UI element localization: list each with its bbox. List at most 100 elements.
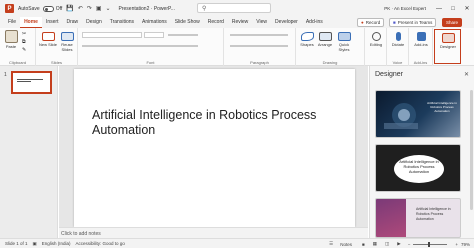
slide-thumbnail[interactable] [11, 71, 52, 94]
design-idea-3-text: Artificial Intelligence in Robotics Proc… [416, 207, 451, 221]
copy-icon[interactable]: ⧉ [22, 39, 26, 45]
editing-button[interactable]: Editing [367, 32, 385, 47]
tab-view[interactable]: View [252, 17, 271, 28]
start-from-beginning-icon[interactable]: ▣ [96, 5, 102, 12]
customize-toolbar-icon[interactable]: ⌄ [105, 5, 110, 12]
reuse-slides-label: Reuse Slides [61, 42, 73, 52]
user-name[interactable]: PK · An Excel Expert [384, 6, 426, 11]
tab-file[interactable]: File [0, 17, 20, 28]
drawing-group-label: Drawing [322, 60, 338, 65]
zoom-in-icon[interactable]: + [455, 242, 458, 247]
tab-developer[interactable]: Developer [271, 17, 302, 28]
autosave-label: AutoSave [18, 5, 40, 12]
present-in-teams-button[interactable]: ■ Present in Teams [389, 18, 437, 27]
normal-view-icon[interactable]: ■ [362, 242, 365, 247]
font-group: Font [78, 28, 224, 66]
clipboard-group: Paste ✂ ⧉ ✎ Clipboard [0, 28, 36, 66]
designer-scrollbar[interactable] [470, 90, 473, 210]
editing-label: Editing [369, 42, 383, 47]
accessibility-status[interactable]: Accessibility: Good to go [76, 241, 125, 246]
present-label: Present in Teams [397, 20, 433, 25]
design-idea-3[interactable]: Artificial Intelligence in Robotics Proc… [375, 198, 461, 238]
designer-button[interactable]: Designer [438, 33, 458, 49]
design-idea-2[interactable]: Artificial Intelligence in Robotics Proc… [375, 144, 461, 192]
zoom-level[interactable]: 79% [461, 242, 470, 247]
slide-title[interactable]: Artificial Intelligence in Robotics Proc… [92, 108, 342, 138]
quick-styles-button[interactable]: Quick Styles [335, 32, 353, 52]
document-title: Presentation2 · PowerP... [118, 5, 175, 12]
addins-group: Add-ins Add-ins [409, 28, 433, 66]
redo-icon[interactable]: ↷ [87, 5, 92, 12]
slide-sorter-icon[interactable]: ▦ [373, 241, 377, 247]
language[interactable]: English (India) [42, 241, 71, 246]
robot-illustration [384, 103, 418, 129]
maximize-icon[interactable]: □ [446, 6, 460, 12]
editing-group: Editing [365, 28, 387, 66]
spellcheck-icon[interactable]: ▣ [33, 241, 37, 247]
tab-add-ins[interactable]: Add-ins [302, 17, 327, 28]
record-button[interactable]: ● Record [357, 18, 385, 27]
zoom-out-icon[interactable]: − [408, 242, 411, 247]
new-slide-label: New Slide [39, 42, 58, 47]
quick-styles-label: Quick Styles [338, 42, 350, 52]
zoom-slider[interactable] [413, 241, 448, 247]
arrange-button[interactable]: Arrange [316, 32, 334, 47]
shapes-icon [300, 32, 314, 41]
thumbnail-title-line [17, 79, 43, 80]
tab-animations[interactable]: Animations [138, 17, 171, 28]
clipboard-group-label: Clipboard [8, 60, 27, 65]
paragraph-group-label: Paragraph [250, 60, 269, 65]
notes-pane[interactable]: Click to add notes [59, 227, 368, 238]
quick-styles-icon [337, 32, 351, 41]
arrange-label: Arrange [317, 42, 333, 47]
list-buttons[interactable] [230, 34, 288, 36]
designer-pane: Designer ✕ Artificial Intelligence in Ro… [369, 66, 474, 238]
paste-button[interactable]: Paste [2, 30, 20, 49]
minimize-icon[interactable]: — [432, 6, 446, 12]
format-painter-icon[interactable]: ✎ [22, 47, 26, 53]
close-icon[interactable]: ✕ [464, 71, 469, 78]
new-slide-icon [41, 32, 55, 41]
share-button[interactable]: Share [442, 18, 463, 27]
close-icon[interactable]: ✕ [460, 5, 474, 12]
slide-number: 1 [4, 72, 7, 78]
design-idea-3-image [376, 199, 406, 237]
shapes-label: Shapes [300, 42, 314, 47]
tab-insert[interactable]: Insert [42, 17, 63, 28]
microphone-icon [395, 32, 401, 41]
design-idea-1[interactable]: Artificial Intelligence in Robotics Proc… [375, 90, 461, 138]
tab-record[interactable]: Record [204, 17, 228, 28]
font-name-dropdown[interactable] [82, 32, 142, 38]
designer-label: Designer [439, 44, 456, 49]
alignment-buttons[interactable] [230, 45, 288, 47]
slides-group-label: Slides [51, 60, 62, 65]
powerpoint-logo-icon: P [5, 4, 14, 13]
slide-canvas[interactable]: Artificial Intelligence in Robotics Proc… [74, 69, 355, 227]
tab-transitions[interactable]: Transitions [106, 17, 138, 28]
add-ins-button[interactable]: Add-ins [412, 32, 430, 47]
reuse-slides-icon [60, 32, 74, 41]
cut-icon[interactable]: ✂ [22, 31, 26, 37]
autosave-toggle[interactable] [42, 5, 54, 12]
tab-review[interactable]: Review [228, 17, 252, 28]
notes-button[interactable]: Notes [340, 242, 352, 247]
new-slide-button[interactable]: New Slide [39, 32, 57, 47]
tab-slide-show[interactable]: Slide Show [171, 17, 204, 28]
undo-icon[interactable]: ↶ [78, 5, 83, 12]
tab-home[interactable]: Home [20, 17, 42, 28]
save-icon[interactable]: 💾 [66, 5, 73, 12]
reading-view-icon[interactable]: ◫ [385, 241, 389, 247]
font-size-buttons[interactable] [168, 34, 198, 36]
font-size-dropdown[interactable] [144, 32, 164, 38]
slide-show-icon[interactable]: ▶ [397, 241, 400, 247]
shapes-button[interactable]: Shapes [298, 32, 316, 47]
status-bar: Slide 1 of 1 ▣ English (India) Accessibi… [0, 238, 474, 248]
drawing-group: Shapes Arrange Quick Styles Drawing [296, 28, 365, 66]
tab-design[interactable]: Design [82, 17, 106, 28]
tab-draw[interactable]: Draw [62, 17, 82, 28]
dictate-button[interactable]: Dictate [389, 32, 407, 47]
font-format-buttons[interactable] [82, 45, 198, 47]
search-box[interactable]: ⚲ [197, 3, 271, 13]
arrange-icon [318, 32, 332, 41]
reuse-slides-button[interactable]: Reuse Slides [58, 32, 76, 52]
